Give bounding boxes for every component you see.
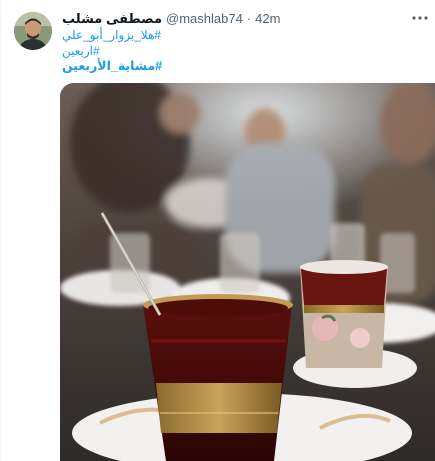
avatar[interactable] bbox=[14, 12, 52, 50]
tweet-photo[interactable] bbox=[60, 83, 435, 461]
display-name[interactable]: مصطفى مشلب bbox=[62, 10, 162, 28]
tweet-card[interactable]: مصطفى مشلب @mashlab74 · 42m #هلا_بزوار_أ… bbox=[0, 0, 435, 461]
timestamp[interactable]: 42m bbox=[255, 10, 280, 28]
tweet-header: مصطفى مشلب @mashlab74 · 42m bbox=[62, 10, 280, 28]
more-icon[interactable] bbox=[409, 9, 431, 27]
hashtag-link[interactable]: #مشاية_الأربعين bbox=[62, 59, 162, 75]
tweet-text: #هلا_بزوار_أبو_علي #اربعين #مشاية_الأربع… bbox=[62, 28, 162, 75]
user-handle[interactable]: @mashlab74 bbox=[166, 10, 243, 28]
hashtag-link[interactable]: #هلا_بزوار_أبو_علي bbox=[62, 28, 162, 44]
hashtag-link[interactable]: #اربعين bbox=[62, 44, 162, 60]
separator-dot: · bbox=[246, 11, 252, 26]
